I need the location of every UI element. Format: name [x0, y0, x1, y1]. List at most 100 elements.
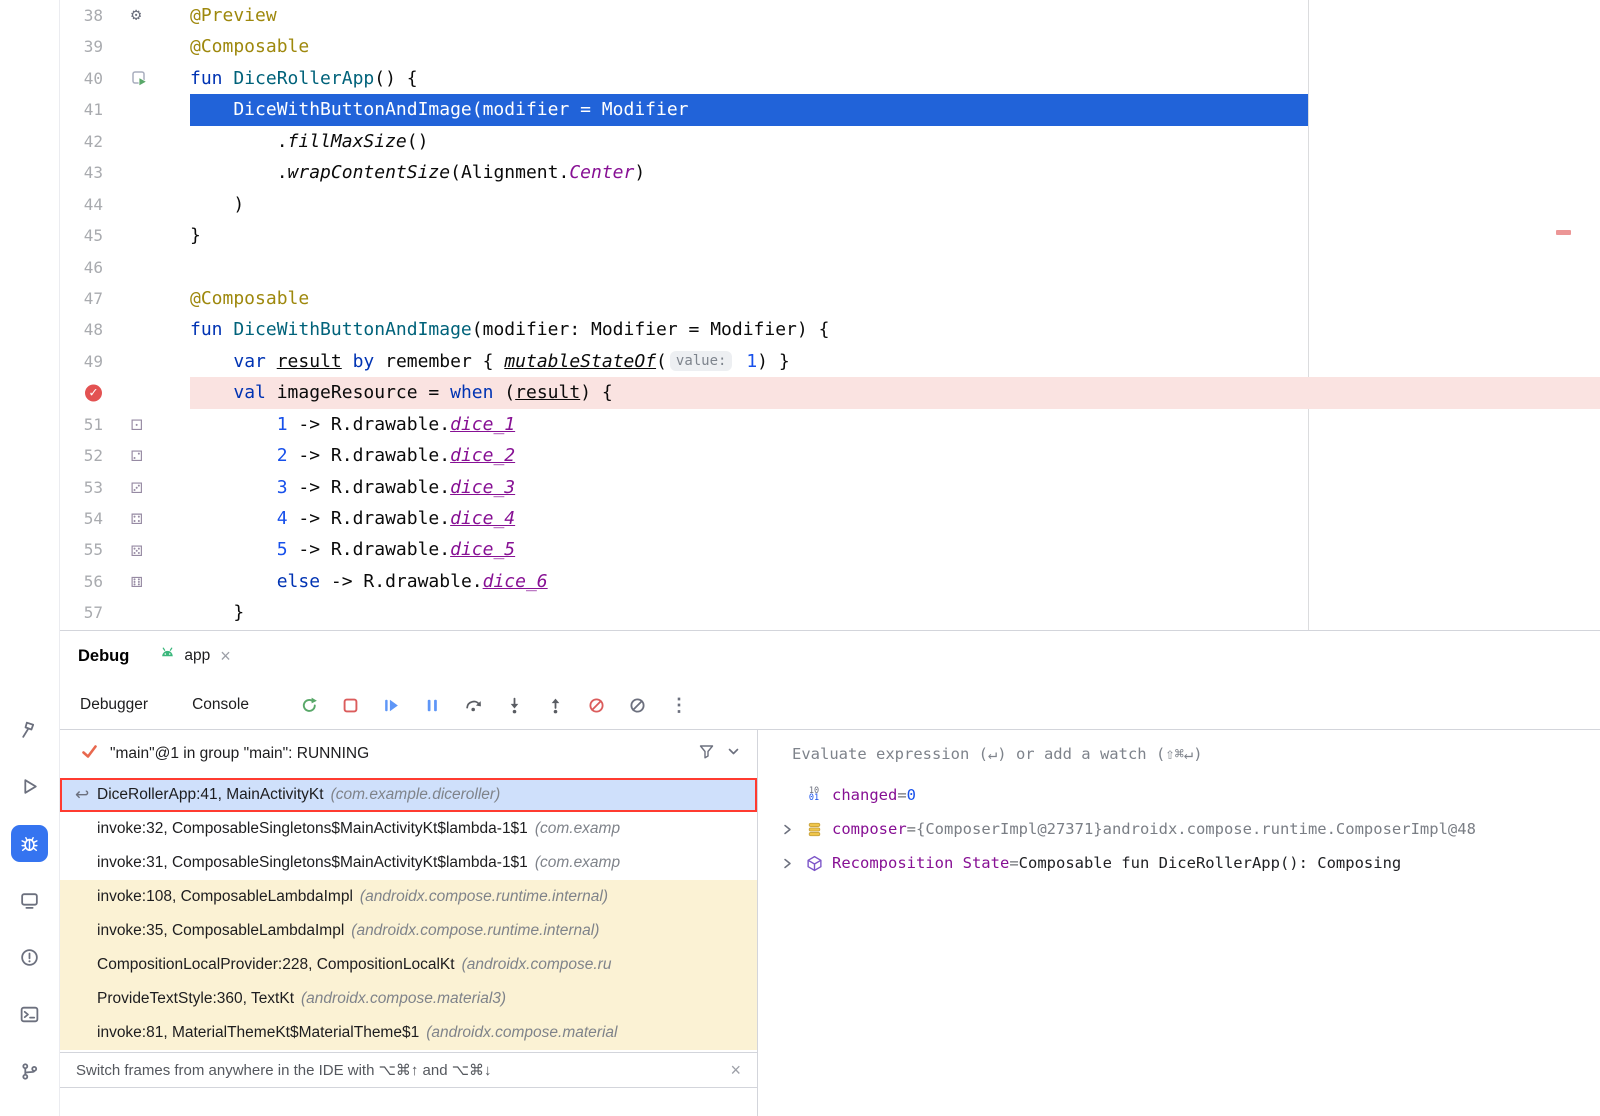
code-text[interactable]: .fillMaxSize()	[190, 126, 1600, 157]
code-line[interactable]: 53⚂ 3 -> R.drawable.dice_3	[60, 472, 1600, 503]
step-over-icon[interactable]	[463, 694, 485, 716]
code-line[interactable]: 48fun DiceWithButtonAndImage(modifier: M…	[60, 314, 1600, 345]
tab-debugger[interactable]: Debugger	[80, 696, 148, 714]
stack-frame-row[interactable]: invoke:108, ComposableLambdaImpl(android…	[60, 880, 757, 914]
stack-frame-row[interactable]: invoke:32, ComposableSingletons$MainActi…	[60, 812, 757, 846]
code-text[interactable]: )	[190, 189, 1600, 220]
step-into-icon[interactable]	[504, 694, 526, 716]
dice-drawable-gutter-icon[interactable]: ⚅	[106, 566, 190, 597]
code-line[interactable]: 54⚃ 4 -> R.drawable.dice_4	[60, 503, 1600, 534]
dice-drawable-gutter-icon[interactable]: ⚄	[106, 534, 190, 565]
code-editor[interactable]: 38⚙@Preview39@Composable40fun DiceRoller…	[60, 0, 1600, 630]
expand-chevron-icon[interactable]	[774, 823, 800, 836]
code-text[interactable]: @Composable	[190, 283, 1600, 314]
close-icon[interactable]: ×	[730, 1061, 741, 1079]
tab-console[interactable]: Console	[192, 696, 249, 714]
code-line[interactable]: 55⚄ 5 -> R.drawable.dice_5	[60, 534, 1600, 565]
frame-package: (androidx.compose.runtime.internal)	[351, 922, 599, 940]
step-out-icon[interactable]	[545, 694, 567, 716]
code-line[interactable]: 43 .wrapContentSize(Alignment.Center)	[60, 157, 1600, 188]
mute-breakpoints-icon[interactable]	[586, 694, 608, 716]
code-line[interactable]: 56⚅ else -> R.drawable.dice_6	[60, 566, 1600, 597]
tab-app-session[interactable]: app ×	[159, 645, 230, 667]
object-icon	[800, 821, 828, 838]
code-line[interactable]: 40fun DiceRollerApp() {	[60, 63, 1600, 94]
error-stripe-mark[interactable]	[1556, 230, 1571, 235]
variable-value: =	[897, 786, 906, 804]
debug-bug-icon[interactable]	[11, 825, 48, 862]
code-text[interactable]: else -> R.drawable.dice_6	[190, 566, 1600, 597]
code-text[interactable]: .wrapContentSize(Alignment.Center)	[190, 157, 1600, 188]
dice-drawable-gutter-icon[interactable]: ⚁	[106, 440, 190, 471]
chevron-down-icon[interactable]	[726, 744, 741, 764]
code-line[interactable]: 38⚙@Preview	[60, 0, 1600, 31]
variable-value: Composable fun DiceRollerApp(): Composin…	[1019, 854, 1402, 872]
stack-frame-row[interactable]: invoke:81, MaterialThemeKt$MaterialTheme…	[60, 1016, 757, 1050]
code-text[interactable]: }	[190, 597, 1600, 628]
variable-value: 0	[907, 786, 916, 804]
code-line[interactable]: 39@Composable	[60, 31, 1600, 62]
stack-frame-row[interactable]: invoke:35, ComposableLambdaImpl(androidx…	[60, 914, 757, 948]
code-line[interactable]: 45}	[60, 220, 1600, 251]
code-line[interactable]: 44 )	[60, 189, 1600, 220]
code-line[interactable]: 46	[60, 252, 1600, 283]
code-text[interactable]: }	[190, 220, 1600, 251]
code-text[interactable]: 4 -> R.drawable.dice_4	[190, 503, 1600, 534]
git-branch-icon[interactable]	[11, 1053, 48, 1090]
filter-icon[interactable]	[698, 743, 715, 765]
frame-package: (com.example.diceroller)	[331, 786, 501, 804]
code-text[interactable]: 1 -> R.drawable.dice_1	[190, 409, 1600, 440]
code-text[interactable]: 5 -> R.drawable.dice_5	[190, 534, 1600, 565]
variable-row[interactable]: Recomposition State = Composable fun Dic…	[758, 846, 1600, 880]
code-text[interactable]	[190, 252, 1600, 283]
build-hammer-icon[interactable]	[11, 711, 48, 748]
code-line[interactable]: ✓ val imageResource = when (result) {	[60, 377, 1600, 408]
variable-name: composer	[832, 820, 907, 838]
variable-row[interactable]: 1001changed = 0	[758, 778, 1600, 812]
stack-frame-row[interactable]: invoke:31, ComposableSingletons$MainActi…	[60, 846, 757, 880]
code-line[interactable]: 41 DiceWithButtonAndImage(modifier = Mod…	[60, 94, 1600, 125]
code-text[interactable]: DiceWithButtonAndImage(modifier = Modifi…	[190, 94, 1600, 125]
problems-icon[interactable]	[11, 939, 48, 976]
variable-value: androidx.compose.runtime.ComposerImpl@48	[1103, 820, 1476, 838]
variable-row[interactable]: composer = {ComposerImpl@27371} androidx…	[758, 812, 1600, 846]
dice-drawable-gutter-icon[interactable]: ⚀	[106, 409, 190, 440]
thread-status-row[interactable]: "main"@1 in group "main": RUNNING	[60, 730, 757, 778]
close-icon[interactable]: ×	[220, 647, 231, 665]
gear-gutter-icon[interactable]: ⚙	[106, 0, 190, 31]
code-line[interactable]: 47@Composable	[60, 283, 1600, 314]
code-text[interactable]: var result by remember { mutableStateOf(…	[190, 346, 1600, 377]
stack-frame-row[interactable]: ProvideTextStyle:360, TextKt(androidx.co…	[60, 982, 757, 1016]
code-line[interactable]: 49 var result by remember { mutableState…	[60, 346, 1600, 377]
run-play-icon[interactable]	[11, 768, 48, 805]
terminal-icon[interactable]	[11, 996, 48, 1033]
pause-icon[interactable]	[422, 694, 444, 716]
code-text[interactable]: 3 -> R.drawable.dice_3	[190, 472, 1600, 503]
code-line[interactable]: 51⚀ 1 -> R.drawable.dice_1	[60, 409, 1600, 440]
code-text[interactable]: fun DiceWithButtonAndImage(modifier: Mod…	[190, 314, 1600, 345]
evaluate-expression-input[interactable]: Evaluate expression (↵) or add a watch (…	[758, 730, 1600, 778]
view-breakpoints-icon[interactable]	[627, 694, 649, 716]
stack-frame-row[interactable]: CompositionLocalProvider:228, Compositio…	[60, 948, 757, 982]
run-gutter-icon[interactable]	[106, 63, 190, 94]
code-line[interactable]: 42 .fillMaxSize()	[60, 126, 1600, 157]
code-text[interactable]: @Preview	[190, 0, 1600, 31]
rerun-icon[interactable]	[299, 694, 321, 716]
code-line[interactable]: 57 }	[60, 597, 1600, 628]
dice-drawable-gutter-icon[interactable]: ⚂	[106, 472, 190, 503]
running-devices-icon[interactable]	[11, 882, 48, 919]
android-studio-window: 38⚙@Preview39@Composable40fun DiceRoller…	[0, 0, 1600, 1116]
code-text[interactable]: val imageResource = when (result) {	[190, 377, 1600, 408]
code-line[interactable]: 52⚁ 2 -> R.drawable.dice_2	[60, 440, 1600, 471]
frame-location: DiceRollerApp:41, MainActivityKt	[97, 786, 324, 804]
code-text[interactable]: fun DiceRollerApp() {	[190, 63, 1600, 94]
more-icon[interactable]: ⋮	[668, 694, 690, 716]
stop-icon[interactable]	[340, 694, 362, 716]
breakpoint-icon[interactable]: ✓	[85, 384, 102, 401]
code-text[interactable]: @Composable	[190, 31, 1600, 62]
resume-icon[interactable]	[381, 694, 403, 716]
code-text[interactable]: 2 -> R.drawable.dice_2	[190, 440, 1600, 471]
stack-frame-row[interactable]: ↩DiceRollerApp:41, MainActivityKt(com.ex…	[60, 778, 757, 812]
expand-chevron-icon[interactable]	[774, 857, 800, 870]
dice-drawable-gutter-icon[interactable]: ⚃	[106, 503, 190, 534]
